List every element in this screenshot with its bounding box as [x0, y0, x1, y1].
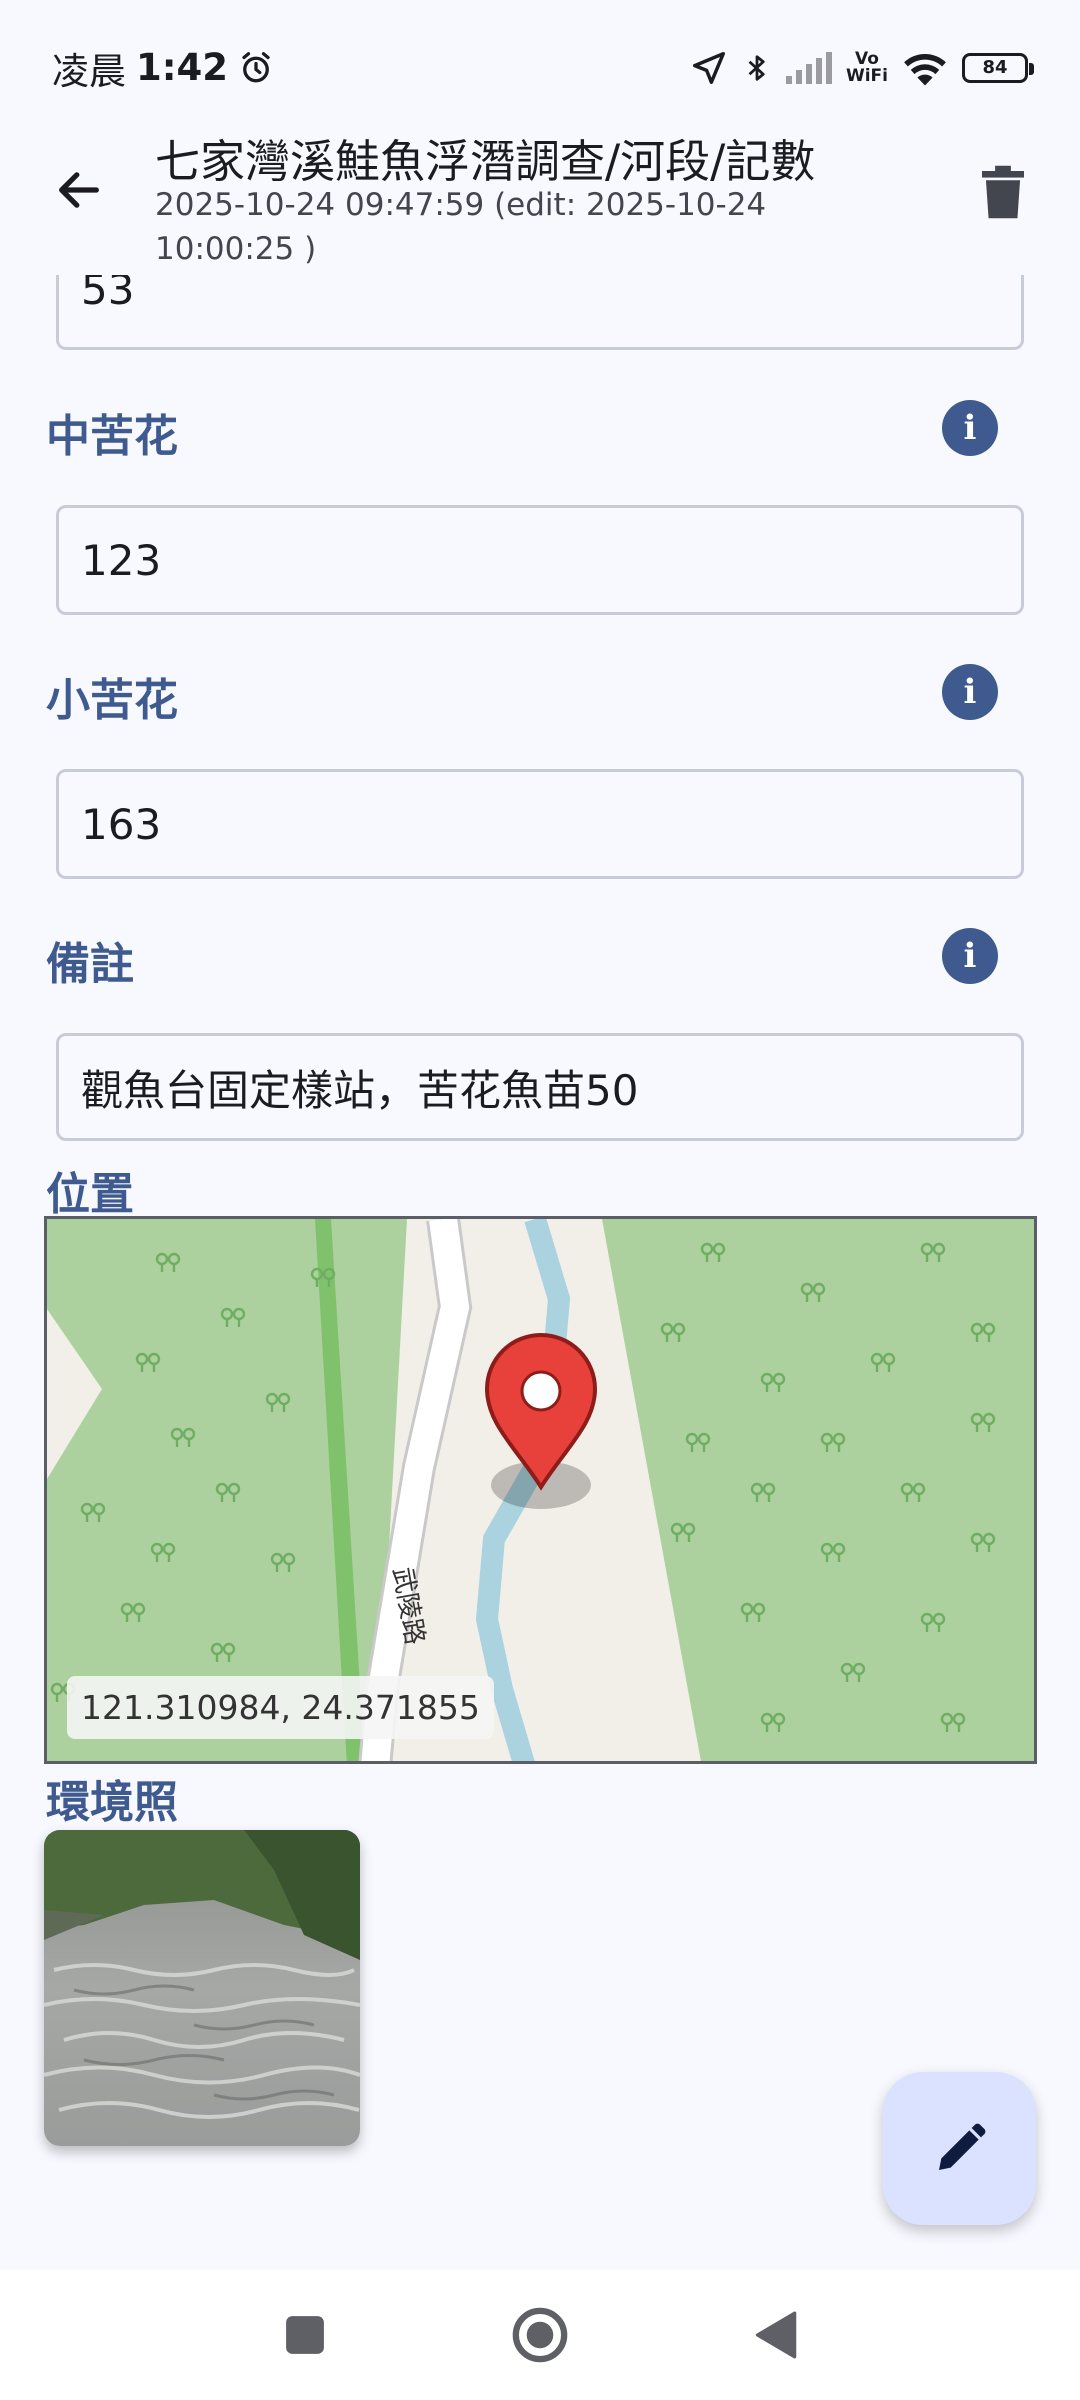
home-circle-icon	[512, 2307, 568, 2363]
small-count-field[interactable]: 163	[56, 769, 1024, 879]
bluetooth-icon	[748, 54, 765, 81]
medium-info-button[interactable]: i	[942, 400, 998, 456]
pencil-icon	[938, 2123, 985, 2170]
small-count-label: 小苦花	[46, 675, 178, 726]
small-info-button[interactable]: i	[942, 664, 998, 720]
square-icon	[286, 2316, 324, 2354]
environment-photo-label: 環境照	[46, 1777, 178, 1828]
medium-count-value: 123	[81, 535, 162, 585]
battery-level: 84	[982, 57, 1008, 78]
back-nav-button[interactable]	[745, 2305, 805, 2365]
arrow-left-icon	[59, 172, 99, 208]
environment-photo[interactable]	[44, 1830, 360, 2146]
page-title: 七家灣溪鮭魚浮潛調查/河段/記數	[155, 135, 816, 188]
time-value: 1:42	[136, 46, 229, 89]
trash-icon	[982, 165, 1024, 219]
location-arrow-icon	[692, 51, 725, 84]
delete-button[interactable]	[975, 160, 1031, 224]
cell-signal-icon	[785, 51, 832, 84]
note-label: 備註	[46, 939, 134, 990]
triangle-back-icon	[755, 2311, 797, 2359]
location-map[interactable]: 武陵路 121.310984, 24.371855	[44, 1216, 1037, 1764]
status-icons: Vo WiFi 84	[690, 48, 1034, 88]
river-photo-thumbnail	[44, 1830, 360, 2146]
info-icon: i	[963, 936, 977, 976]
info-icon: i	[963, 672, 977, 712]
note-info-button[interactable]: i	[942, 928, 998, 984]
note-field[interactable]: 觀魚台固定樣站，苦花魚苗50	[56, 1033, 1024, 1141]
home-button[interactable]	[510, 2305, 570, 2365]
status-time: 凌晨 1:42	[52, 41, 274, 95]
edit-button[interactable]	[883, 2072, 1036, 2225]
wifi-icon	[904, 53, 946, 85]
medium-count-label: 中苦花	[46, 411, 178, 462]
system-nav-bar	[0, 2270, 1080, 2400]
back-button[interactable]	[44, 155, 114, 225]
info-icon: i	[963, 408, 977, 448]
alarm-icon	[242, 51, 270, 82]
medium-count-field[interactable]: 123	[56, 505, 1024, 615]
status-bar: 凌晨 1:42 Vo WiFi 84	[0, 0, 1080, 135]
location-label: 位置	[46, 1169, 134, 1220]
page-subtitle: 2025-10-24 09:47:59 (edit: 2025-10-24 10…	[155, 187, 767, 267]
vowifi-icon: Vo WiFi	[845, 48, 888, 86]
recents-button[interactable]	[275, 2305, 335, 2365]
coordinate-readout: 121.310984, 24.371855	[67, 1676, 494, 1739]
time-prefix: 凌晨	[52, 49, 126, 93]
battery-icon: 84	[962, 52, 1034, 83]
note-value: 觀魚台固定樣站，苦花魚苗50	[81, 1065, 639, 1115]
small-count-value: 163	[81, 799, 162, 849]
app-bar: 七家灣溪鮭魚浮潛調查/河段/記數 2025-10-24 09:47:59 (ed…	[0, 125, 1080, 275]
